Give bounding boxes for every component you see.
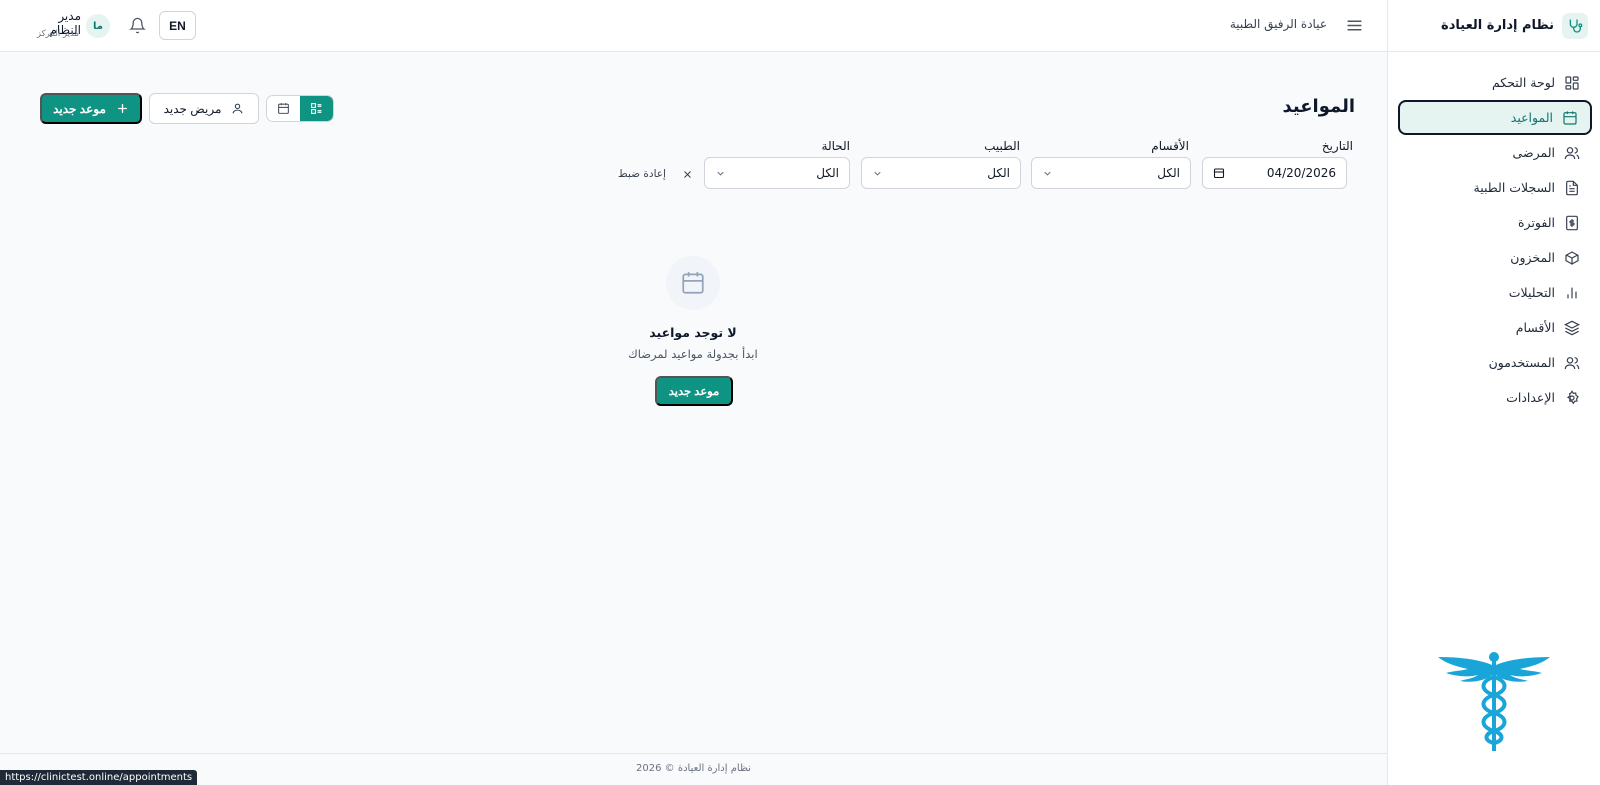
empty-state-icon-wrapper xyxy=(666,256,720,310)
close-icon xyxy=(684,170,691,178)
sidebar-item-departments[interactable]: الأقسام xyxy=(1398,310,1592,345)
list-view-button[interactable] xyxy=(300,96,333,121)
doctor-value: الكل xyxy=(987,166,1010,180)
box-icon xyxy=(1565,250,1579,265)
chevron-down-icon xyxy=(874,171,881,176)
bell-icon[interactable] xyxy=(129,17,146,38)
department-value: الكل xyxy=(1157,166,1180,180)
status-value: الكل xyxy=(816,166,839,180)
users-icon xyxy=(1564,146,1580,159)
file-text-icon xyxy=(1566,180,1578,195)
status-select[interactable]: الكل xyxy=(704,157,850,189)
sidebar-item-label: المواعيد xyxy=(1510,110,1553,125)
chevron-down-icon xyxy=(1044,171,1051,176)
sidebar-item-inventory[interactable]: المخزون xyxy=(1398,240,1592,275)
reset-label: إعادة ضبط xyxy=(618,168,666,180)
user-role: مدير المركز xyxy=(36,29,79,39)
invoice-icon xyxy=(1566,215,1578,230)
caduceus-logo-icon xyxy=(1438,651,1550,757)
sidebar-item-label: الإعدادات xyxy=(1506,390,1555,405)
bar-chart-icon xyxy=(1567,287,1577,298)
doctor-select[interactable]: الكل xyxy=(861,157,1021,189)
menu-icon[interactable] xyxy=(1346,17,1363,38)
calendar-icon xyxy=(278,103,289,114)
sidebar-item-dashboard[interactable]: لوحة التحكم xyxy=(1398,65,1592,100)
stethoscope-icon xyxy=(1562,12,1588,39)
calendar-view-button[interactable] xyxy=(267,96,300,121)
calendar-icon xyxy=(1563,110,1577,125)
sidebar-item-label: المستخدمون xyxy=(1488,355,1555,370)
empty-state-subtitle: ابدأ بجدولة مواعيد لمرضاك xyxy=(628,347,758,361)
sidebar-header: نظام إدارة العيادة xyxy=(1388,0,1600,52)
dashboard-icon xyxy=(1565,75,1579,90)
department-filter-label: الأقسام xyxy=(1151,139,1189,153)
date-input[interactable]: 04/20/2026 xyxy=(1202,157,1347,189)
sidebar-item-users[interactable]: المستخدمون xyxy=(1398,345,1592,380)
date-filter-label: التاريخ xyxy=(1321,139,1353,153)
calendar-icon xyxy=(1213,168,1225,179)
department-select[interactable]: الكل xyxy=(1031,157,1191,189)
footer: نظام إدارة العيادة © 2026 xyxy=(0,753,1387,785)
avatar[interactable]: ما xyxy=(86,14,110,38)
sidebar-item-label: السجلات الطبية xyxy=(1473,180,1555,195)
sidebar-item-label: المخزون xyxy=(1510,250,1555,265)
sidebar-item-label: المرضى xyxy=(1512,145,1555,160)
app-title: نظام إدارة العيادة xyxy=(1441,18,1554,33)
sidebar-item-analytics[interactable]: التحليلات xyxy=(1398,275,1592,310)
sidebar-item-billing[interactable]: الفوترة xyxy=(1398,205,1592,240)
empty-state-title: لا توجد مواعيد xyxy=(649,325,737,340)
view-toggle xyxy=(266,95,334,122)
clinic-name: عيادة الرفيق الطبية xyxy=(1229,17,1327,31)
sidebar-item-label: التحليلات xyxy=(1508,285,1555,300)
list-icon xyxy=(311,103,322,114)
doctor-filter-label: الطبيب xyxy=(984,139,1020,153)
new-patient-button[interactable]: مريض جديد xyxy=(149,93,259,124)
sidebar-item-settings[interactable]: الإعدادات xyxy=(1398,380,1592,415)
button-label: مريض جديد xyxy=(163,101,222,116)
chevron-down-icon xyxy=(717,171,724,176)
user-icon xyxy=(233,103,243,114)
language-toggle-button[interactable]: EN xyxy=(159,11,196,40)
top-header: عيادة الرفيق الطبية EN ما مدير النظام مد… xyxy=(0,0,1387,52)
sidebar-item-medical-records[interactable]: السجلات الطبية xyxy=(1398,170,1592,205)
sidebar-nav: لوحة التحكم المواعيد المرضى السجلات الطب… xyxy=(1388,65,1600,415)
browser-status-url: https://clinictest.online/appointments xyxy=(0,770,198,785)
sidebar-item-label: لوحة التحكم xyxy=(1491,75,1555,90)
page-title: المواعيد xyxy=(1282,96,1356,117)
settings-icon xyxy=(1566,389,1579,404)
plus-icon xyxy=(117,104,127,113)
sidebar: نظام إدارة العيادة لوحة التحكم المواعيد … xyxy=(1387,0,1600,785)
calendar-icon xyxy=(682,272,704,294)
sidebar-item-appointments[interactable]: المواعيد xyxy=(1398,100,1592,135)
reset-filters-button[interactable]: إعادة ضبط xyxy=(618,168,693,180)
new-appointment-button[interactable]: موعد جديد xyxy=(40,93,142,124)
users-icon xyxy=(1564,356,1580,369)
sidebar-item-label: الفوترة xyxy=(1518,215,1555,230)
date-value: 04/20/2026 xyxy=(1266,166,1336,180)
button-label: موعد جديد xyxy=(53,101,106,116)
empty-state-new-appointment-button[interactable]: موعد جديد xyxy=(655,376,733,406)
sidebar-item-patients[interactable]: المرضى xyxy=(1398,135,1592,170)
layers-icon xyxy=(1564,320,1580,335)
sidebar-item-label: الأقسام xyxy=(1515,320,1555,335)
footer-copyright: نظام إدارة العيادة © 2026 xyxy=(636,763,751,774)
status-filter-label: الحالة xyxy=(821,139,850,153)
